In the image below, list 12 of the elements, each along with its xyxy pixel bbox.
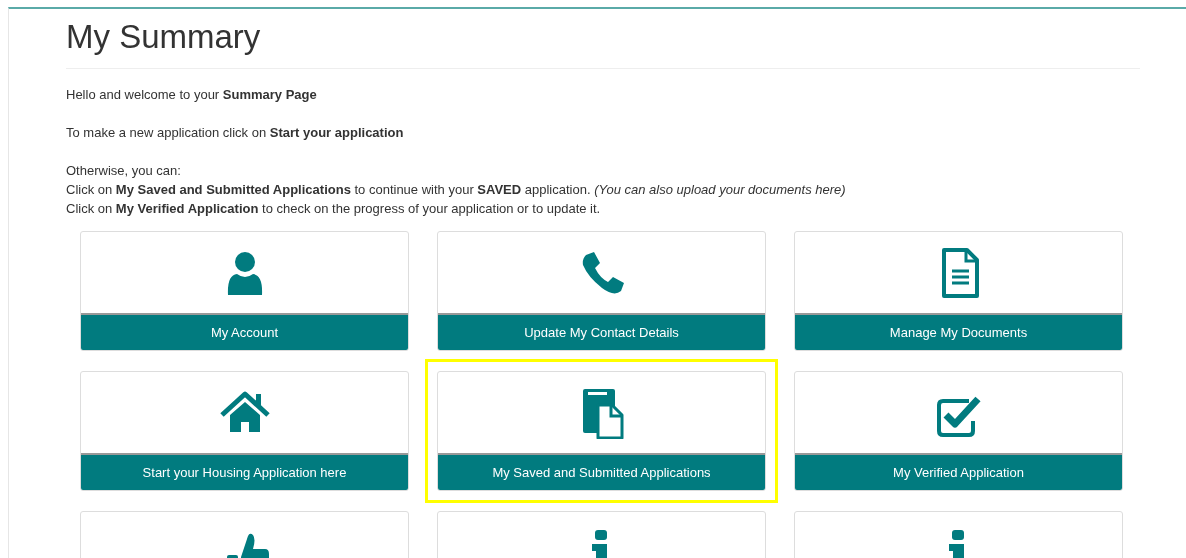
menu-tile[interactable]: Manage My Documents (794, 231, 1123, 351)
intro-text: Otherwise, you can: (66, 162, 182, 180)
menu-tile[interactable]: My Verified Application (794, 371, 1123, 491)
menu-tile[interactable]: My Account (80, 231, 409, 351)
menu-tile[interactable]: My Saved and Submitted Applications (437, 371, 766, 491)
menu-tile[interactable]: Start your Housing Application here (80, 371, 409, 491)
menu-tile[interactable]: Update My Contact Details (437, 231, 766, 351)
intro-text: To make a new application click on Start your application (66, 124, 405, 142)
intro-text: Click on My Saved and Submitted Applications to continue with your SAVED application. (You can also upload your documents here) (66, 181, 847, 199)
intro-text: Click on My Verified Application to check on the progress of your application or to update it. (66, 200, 602, 218)
intro-text: Hello and welcome to your Summary Page (66, 86, 318, 104)
page-title: My Summary (66, 17, 262, 57)
